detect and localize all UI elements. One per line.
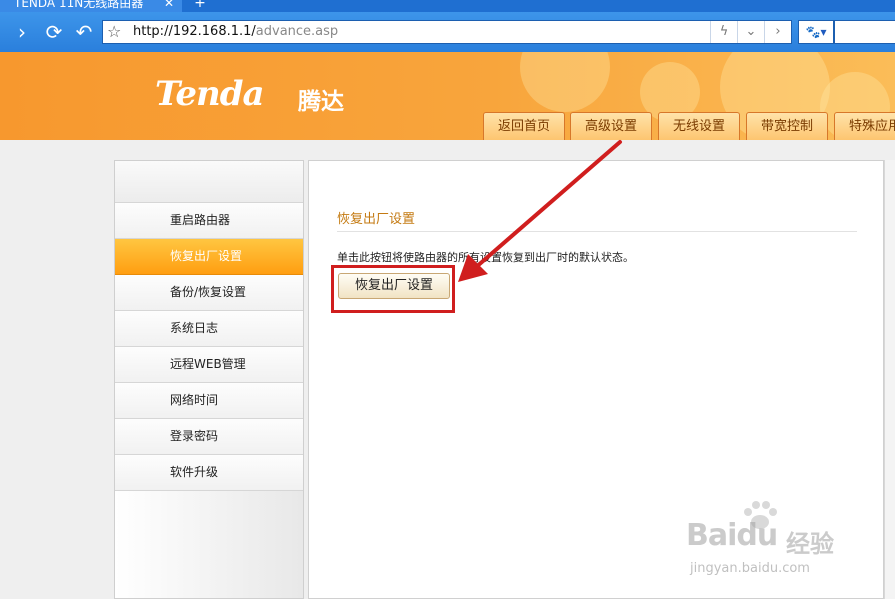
address-bar[interactable]: ☆ http://192.168.1.1/advance.asp ϟ ⌄ › — [102, 20, 792, 44]
search-engine-paw-icon[interactable]: 🐾▾ — [798, 20, 834, 44]
menu-advanced[interactable]: 高级设置 — [570, 112, 652, 140]
menu-home[interactable]: 返回首页 — [483, 112, 565, 140]
sidebar-item-firmware-upgrade[interactable]: 软件升级 — [115, 455, 303, 491]
watermark-brand: Baidu — [686, 518, 778, 553]
undo-icon[interactable]: ↶ — [72, 20, 96, 44]
menu-wireless[interactable]: 无线设置 — [658, 112, 740, 140]
sidebar-item-backup-restore[interactable]: 备份/恢复设置 — [115, 275, 303, 311]
page-title: 恢复出厂设置 — [337, 212, 416, 227]
reset-description: 单击此按钮将使路由器的所有设置恢复到出厂时的默认状态。 — [337, 251, 634, 264]
search-input[interactable] — [834, 20, 895, 44]
decor-bubble — [520, 52, 610, 112]
tenda-logo-cn: 腾达 — [298, 89, 344, 115]
sidebar-item-network-time[interactable]: 网络时间 — [115, 383, 303, 419]
favorite-star-icon[interactable]: ☆ — [107, 22, 121, 42]
chevron-down-icon[interactable]: ⌄ — [737, 21, 764, 43]
sidebar-item-remote-web[interactable]: 远程WEB管理 — [115, 347, 303, 383]
sidebar-item-reboot[interactable]: 重启路由器 — [115, 203, 303, 239]
sidebar-item-login-password[interactable]: 登录密码 — [115, 419, 303, 455]
right-panel-edge — [884, 160, 895, 599]
new-tab-button[interactable]: + — [188, 0, 212, 12]
chevron-right-icon[interactable]: › — [764, 21, 791, 43]
menu-special-apps[interactable]: 特殊应用 — [834, 112, 895, 140]
title-divider — [337, 231, 857, 232]
sidebar-top — [115, 161, 303, 203]
close-tab-icon[interactable]: ✕ — [164, 0, 174, 12]
watermark-brand-cn: 经验 — [786, 530, 834, 558]
browser-tab[interactable]: TENDA 11N无线路由器 — [0, 0, 182, 12]
tenda-logo: Tenda — [155, 74, 265, 114]
watermark-url: jingyan.baidu.com — [690, 561, 810, 576]
sidebar-item-system-log[interactable]: 系统日志 — [115, 311, 303, 347]
refresh-icon[interactable]: ⟳ — [42, 20, 66, 44]
browser-toolbar: › ⟳ ↶ ☆ http://192.168.1.1/advance.asp ϟ… — [0, 12, 895, 52]
lightning-icon[interactable]: ϟ — [710, 21, 737, 43]
annotation-highlight-box — [331, 265, 455, 313]
sidebar-item-factory-reset[interactable]: 恢复出厂设置 — [115, 239, 303, 275]
sidebar: 重启路由器 恢复出厂设置 备份/恢复设置 系统日志 远程WEB管理 网络时间 登… — [114, 160, 304, 599]
forward-icon[interactable]: › — [10, 20, 34, 44]
menu-bandwidth[interactable]: 带宽控制 — [746, 112, 828, 140]
browser-tab-bar: TENDA 11N无线路由器 ✕ + — [0, 0, 895, 12]
router-header: Tenda 腾达 返回首页 高级设置 无线设置 带宽控制 特殊应用 — [0, 52, 895, 140]
url-text[interactable]: http://192.168.1.1/advance.asp — [133, 21, 338, 43]
